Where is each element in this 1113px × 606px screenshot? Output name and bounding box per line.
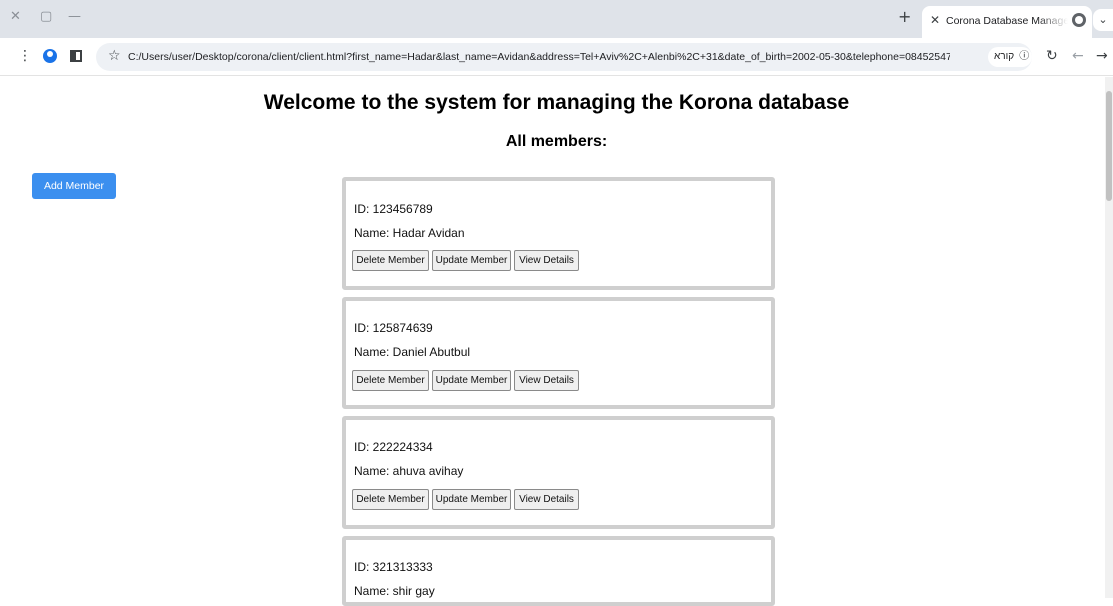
info-icon: ⓘ (1016, 51, 1030, 62)
minimize-window-icon[interactable]: — (68, 9, 81, 24)
back-icon[interactable]: ← (1072, 48, 1084, 64)
member-id: ID: 222224334 (354, 440, 433, 454)
update-member-button[interactable]: Update Member (432, 489, 511, 510)
tab-search-icon[interactable]: ⌄ (1093, 9, 1113, 31)
active-tab[interactable]: ✕ Corona Database Managemen (922, 6, 1092, 38)
side-panel-icon[interactable] (70, 50, 82, 62)
member-name: Name: shir gay (354, 584, 435, 598)
forward-icon[interactable]: → (1096, 48, 1108, 64)
member-card: ID: 321313333 Name: shir gay (342, 536, 775, 606)
close-window-icon[interactable]: ✕ (10, 9, 21, 24)
view-details-button[interactable]: View Details (514, 489, 579, 510)
view-details-button[interactable]: View Details (514, 370, 579, 391)
browser-toolbar: ⋮ ☆ C:/Users/user/Desktop/corona/client/… (0, 38, 1113, 76)
member-id: ID: 125874639 (354, 321, 433, 335)
member-id: ID: 123456789 (354, 202, 433, 216)
globe-icon (1072, 13, 1086, 27)
page-content: Welcome to the system for managing the K… (0, 77, 1105, 606)
page-title: Welcome to the system for managing the K… (263, 91, 850, 114)
member-card: ID: 222224334 Name: ahuva avihay Delete … (342, 416, 775, 529)
url-text[interactable]: C:/Users/user/Desktop/corona/client/clie… (128, 51, 950, 63)
member-name: Name: ahuva avihay (354, 464, 464, 478)
page-scrollbar[interactable] (1105, 77, 1113, 598)
tab-strip: ✕ ▢ — + ✕ Corona Database Managemen ⌄ (0, 0, 1113, 38)
member-name: Name: Hadar Avidan (354, 226, 465, 240)
member-id: ID: 321313333 (354, 560, 433, 574)
update-member-button[interactable]: Update Member (432, 250, 511, 271)
star-icon[interactable]: ☆ (108, 48, 121, 64)
menu-icon[interactable]: ⋮ (18, 48, 32, 64)
new-tab-icon[interactable]: + (898, 7, 911, 26)
member-card: ID: 123456789 Name: Hadar Avidan Delete … (342, 177, 775, 290)
add-member-button[interactable]: Add Member (32, 173, 116, 199)
profile-icon[interactable] (43, 49, 57, 63)
delete-member-button[interactable]: Delete Member (352, 489, 429, 510)
reader-mode-chip[interactable]: קורא ⓘ (988, 47, 1032, 67)
restore-window-icon[interactable]: ▢ (40, 9, 52, 24)
member-name: Name: Daniel Abutbul (354, 345, 471, 359)
member-card: ID: 125874639 Name: Daniel Abutbul Delet… (342, 297, 775, 409)
view-details-button[interactable]: View Details (514, 250, 579, 271)
scrollbar-thumb[interactable] (1106, 91, 1112, 201)
update-member-button[interactable]: Update Member (432, 370, 511, 391)
members-heading: All members: (505, 133, 608, 150)
address-bar[interactable]: ☆ C:/Users/user/Desktop/corona/client/cl… (96, 43, 1032, 71)
reload-icon[interactable]: ↻ (1046, 48, 1058, 64)
delete-member-button[interactable]: Delete Member (352, 370, 429, 391)
tab-close-icon[interactable]: ✕ (930, 13, 940, 27)
reader-chip-label: קורא (994, 51, 1015, 62)
delete-member-button[interactable]: Delete Member (352, 250, 429, 271)
